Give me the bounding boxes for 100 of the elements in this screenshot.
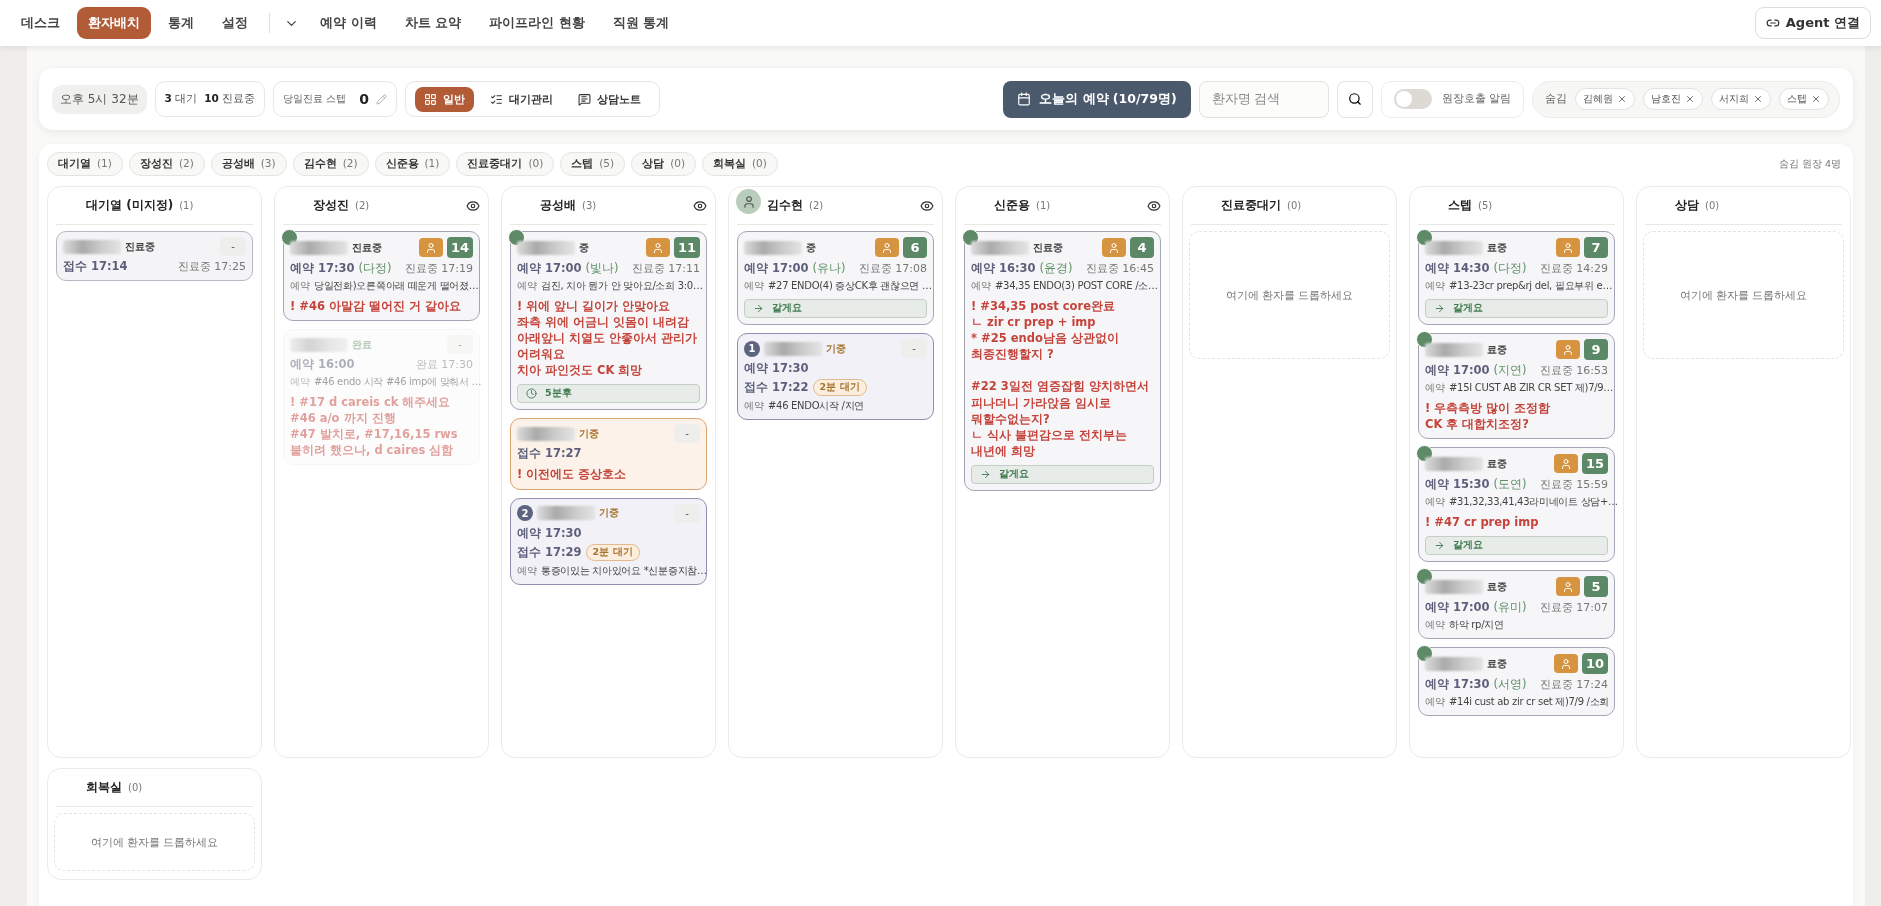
blurred-name: [290, 240, 348, 255]
pencil-icon[interactable]: [376, 93, 388, 105]
hidden-chip[interactable]: 서지희: [1711, 88, 1771, 110]
go-button[interactable]: 갈게요: [971, 464, 1154, 484]
view-icon: [490, 92, 504, 106]
chair-number: 4: [1130, 237, 1154, 258]
staff-name: (지연): [1493, 363, 1527, 378]
nav-tab[interactable]: 환자배치: [77, 7, 151, 39]
view-tab[interactable]: 상담노트: [569, 86, 651, 112]
patient-card[interactable]: 중 11 예약 17:00 (빛나) 진료중 17:11 예약 검진, 치아 뭔가 안 맞아요/소희 3:0… ! 위에 앞니 길이가 안맞아요 좌측 위에 어금니 잇몸이 내려감 아래앞니 치열도 안좋아서 관리가 어려워요 치아 파인것도 CK 희망 5분후: [510, 231, 707, 411]
eye-icon[interactable]: [1147, 198, 1161, 213]
patient-card[interactable]: 진료중 4 예약 16:30 (윤경) 진료중 16:45 예약 #34,35 ENDO(3) POST CORE /소… ! #34,35 post core완료 ㄴ zir cr prep + imp * #25 endo남음 상관없이 최종진행할지 ? #22 3일전 염증잡힘 양치하면서 피나더니 가라앉음 임시로 뭐할수없는지? ㄴ 식사 불편감으로 전치부는 내년에 희망 갈게요: [964, 231, 1161, 491]
timer-bar[interactable]: 5분후: [517, 384, 700, 404]
patient-card[interactable]: 중 6 예약 17:00 (유나) 진료중 17:08 예약 #27 ENDO(4) 증상CK후 괜찮으면 … 갈게요: [737, 231, 934, 325]
time-text: 예약 15:30: [1425, 477, 1490, 493]
time-text: 예약 17:00: [744, 261, 809, 276]
blurred-name: [517, 240, 575, 255]
memo-label: 예약: [517, 563, 537, 578]
close-icon[interactable]: [1811, 94, 1821, 104]
person-button[interactable]: [875, 238, 899, 257]
reservations-button[interactable]: 오늘의 예약 (10/79명): [1003, 80, 1191, 118]
hidden-chip[interactable]: 김혜원: [1575, 88, 1635, 110]
toggle-switch[interactable]: [1393, 89, 1432, 109]
patient-card[interactable]: 료중 10 예약 17:30 (서영) 진료중 17:24 예약 #14i cust ab zir cr set 제)7/9 /소회: [1418, 647, 1615, 717]
memo-text: 검진, 치아 뭔가 안 맞아요/소희 3:0…: [541, 279, 703, 293]
patient-card[interactable]: 2 기중 - 예약 17:30 접수 17:29 2분 대기 예약 통증이있는 치아있어요 *신분증지참…: [510, 497, 707, 585]
filter-chip[interactable]: 상담 (0): [631, 152, 696, 176]
patient-card[interactable]: 료중 15 예약 15:30 (도연) 진료중 15:59 예약 #31,32,33,41,43라미네이트 상담+… ! #47 cr prep imp 갈게요: [1418, 447, 1615, 563]
nav-tab[interactable]: 설정: [211, 7, 259, 39]
nav-link[interactable]: 파이프라인 현황: [478, 7, 596, 39]
hidden-note: 숨김 원장 4명: [1778, 157, 1841, 171]
filter-chip[interactable]: 장성진 (2): [128, 152, 205, 176]
blurred-name: [290, 337, 348, 352]
memo-label: 예약: [744, 279, 764, 293]
memo-text: 통증이있는 치아있어요 *신분증지참…: [541, 563, 707, 578]
go-button[interactable]: 갈게요: [1425, 299, 1608, 318]
status-time: 진료중 17:08: [858, 261, 927, 276]
filter-chip[interactable]: 대기열 (1): [47, 152, 123, 176]
queue-number: 2: [517, 505, 533, 522]
status-label: 완료: [352, 337, 372, 352]
nav-tab[interactable]: 데스크: [10, 7, 71, 39]
view-icon: [424, 92, 438, 106]
patient-card[interactable]: 료중 9 예약 17:00 (지연) 진료중 16:53 예약 #15I CUST AB ZIR CR SET 제)7/9… ! 우측측방 많이 조정함 CK 후 대합치조정?: [1418, 333, 1615, 440]
clock-text: 오후 5시 32분: [52, 84, 147, 114]
patient-card[interactable]: 료중 5 예약 17:00 (유미) 진료중 17:07 예약 하악 rp/지연: [1418, 570, 1615, 640]
filter-chip[interactable]: 진료중대기 (0): [456, 152, 555, 176]
view-tab[interactable]: 대기관리: [481, 86, 563, 112]
column-title: 김수현: [767, 197, 803, 214]
filter-chip[interactable]: 스텝 (5): [560, 152, 626, 176]
close-icon[interactable]: [1617, 94, 1627, 104]
filter-chip[interactable]: 공성배 (3): [210, 152, 287, 176]
agent-button[interactable]: Agent 연결: [1754, 7, 1871, 39]
go-button[interactable]: 갈게요: [1425, 536, 1608, 556]
filter-chip[interactable]: 김수현 (2): [292, 152, 369, 176]
chair-number: 14: [446, 237, 473, 258]
search-button[interactable]: [1336, 80, 1373, 118]
filter-chip[interactable]: 신준용 (1): [374, 152, 451, 176]
filter-chip[interactable]: 회복실 (0): [702, 152, 778, 176]
view-tab[interactable]: 일반: [415, 86, 475, 112]
person-button[interactable]: [1556, 340, 1580, 359]
nav-link[interactable]: 직원 통계: [601, 7, 681, 39]
menu-button[interactable]: -: [674, 424, 700, 444]
close-icon[interactable]: [1685, 94, 1695, 104]
go-button[interactable]: 갈게요: [744, 299, 927, 318]
hidden-chip[interactable]: 남호진: [1643, 88, 1703, 110]
menu-button[interactable]: -: [220, 237, 246, 256]
staff-name: (유나): [812, 261, 846, 276]
person-button[interactable]: [1556, 238, 1580, 257]
nav-tab[interactable]: 통계: [157, 7, 205, 39]
time-text: 예약 16:00: [290, 357, 355, 373]
toggle-label: 원장호출 알림: [1441, 92, 1511, 106]
person-button[interactable]: [1556, 577, 1580, 597]
wait-badge: 2분 대기: [812, 379, 867, 396]
eye-icon[interactable]: [466, 198, 480, 213]
staff-label: 당일진료 스텝: [283, 92, 347, 106]
person-button[interactable]: [645, 238, 670, 257]
patient-card[interactable]: 기중 - 접수 17:27 ! 이전에도 증상호소: [510, 418, 707, 490]
search-field[interactable]: 환자명 검색: [1198, 80, 1329, 118]
status-label: 기중: [579, 426, 599, 441]
patient-card[interactable]: 료중 7 예약 14:30 (다정) 진료중 14:29 예약 #13-23cr prep&rj del, 필요부위 e… 갈게요: [1418, 231, 1615, 325]
memo-text: #34,35 ENDO(3) POST CORE /소…: [995, 279, 1158, 293]
nav-link[interactable]: 차트 요약: [393, 7, 473, 39]
status-time: 진료중 17:11: [631, 261, 700, 276]
person-button[interactable]: [1102, 238, 1126, 257]
patient-card[interactable]: 진료중 - 접수 17:14 진료중 17:25: [56, 231, 253, 281]
menu-button[interactable]: -: [901, 339, 927, 358]
hidden-chip[interactable]: 스텝: [1779, 88, 1829, 110]
receipt-time: 접수 17:22: [744, 380, 809, 395]
menu-button[interactable]: -: [674, 503, 700, 523]
person-button[interactable]: [418, 238, 443, 257]
eye-icon[interactable]: [920, 198, 934, 213]
patient-card[interactable]: 1 기중 - 예약 17:30 접수 17:22 2분 대기 예약 #46 ENDO시작 /지연: [737, 333, 934, 420]
eye-icon[interactable]: [693, 198, 707, 213]
patient-card[interactable]: 진료중 14 예약 17:30 (다정) 진료중 17:19 예약 당일전화)오른쪽아래 떼운게 떨어졌… ! #46 아말감 떨어진 거 같아요: [283, 231, 480, 322]
nav-link[interactable]: 예약 이력: [309, 7, 388, 39]
person-button[interactable]: [1553, 454, 1578, 474]
arrow-right-icon: [753, 303, 764, 314]
close-icon[interactable]: [1753, 94, 1763, 104]
person-button[interactable]: [1553, 654, 1578, 674]
memo-label: 예약: [744, 399, 764, 413]
